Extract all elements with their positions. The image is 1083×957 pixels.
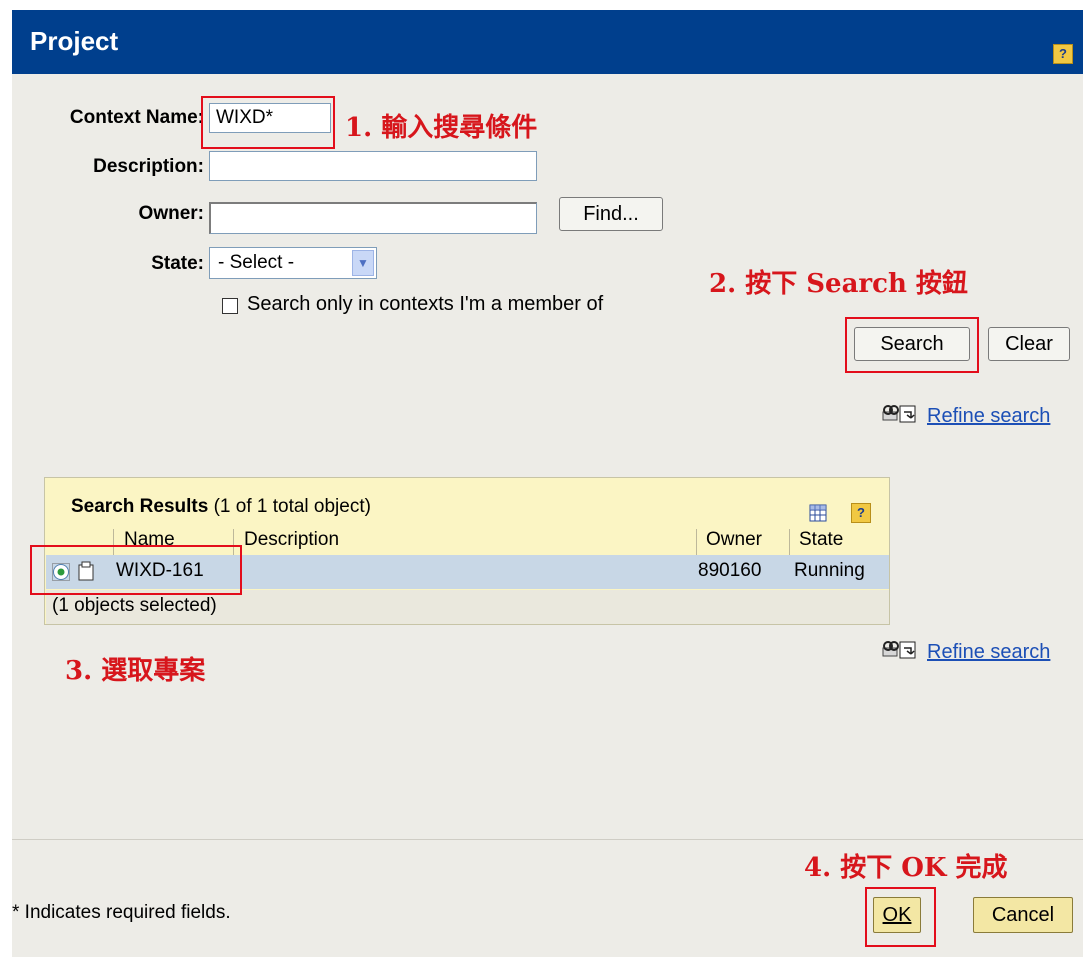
refine-search-link-bottom[interactable]: Refine search	[927, 641, 1050, 664]
refine-search-icon	[882, 641, 916, 659]
chevron-down-icon[interactable]: ▼	[352, 250, 374, 276]
selected-count: (1 objects selected)	[52, 595, 217, 616]
annotation-step4: 4. 按下 OK 完成	[804, 853, 1008, 883]
search-results-count: (1 of 1 total object)	[213, 496, 371, 517]
state-select[interactable]: - Select - ▼	[209, 247, 377, 279]
state-label: State:	[151, 253, 204, 274]
highlight-result-row	[30, 545, 242, 595]
owner-label: Owner:	[138, 203, 204, 224]
column-header-state[interactable]: State	[799, 529, 843, 555]
highlight-search-button	[845, 317, 979, 373]
owner-input[interactable]	[209, 202, 537, 234]
required-note: * Indicates required fields.	[12, 902, 231, 923]
refine-search-link[interactable]: Refine search	[927, 405, 1050, 428]
find-button[interactable]: Find...	[559, 197, 663, 231]
column-header-description[interactable]: Description	[244, 529, 339, 555]
col-divider	[789, 529, 790, 555]
footer-divider	[12, 839, 1083, 840]
col-divider	[696, 529, 697, 555]
clear-button[interactable]: Clear	[988, 327, 1070, 361]
context-name-label: Context Name:	[69, 107, 204, 128]
project-dialog: Project ? Context Name: WIXD* Descriptio…	[12, 10, 1083, 957]
search-results-title: Search Results	[71, 496, 209, 517]
annotation-step1: 1. 輸入搜尋條件	[345, 113, 538, 143]
annotation-step2: 2. 按下 Search 按鈕	[709, 269, 968, 299]
highlight-context-name	[201, 96, 335, 149]
state-select-value: - Select -	[218, 252, 295, 273]
table-layout-icon[interactable]	[809, 504, 827, 522]
result-state: Running	[794, 560, 865, 581]
member-only-label: Search only in contexts I'm a member of	[247, 293, 604, 315]
page-title: Project	[30, 26, 119, 56]
results-help-icon[interactable]: ?	[851, 503, 871, 523]
refine-search-icon	[882, 405, 916, 423]
result-owner: 890160	[698, 560, 762, 581]
help-icon[interactable]: ?	[1053, 44, 1073, 64]
description-input[interactable]	[209, 151, 537, 181]
member-only-checkbox[interactable]	[222, 298, 238, 314]
highlight-ok-button	[865, 887, 936, 947]
cancel-button[interactable]: Cancel	[973, 897, 1073, 933]
column-header-owner[interactable]: Owner	[706, 529, 762, 555]
description-label: Description:	[93, 156, 204, 177]
title-bar: Project ?	[12, 10, 1083, 74]
search-results-heading: Search Results (1 of 1 total object)	[71, 496, 371, 518]
annotation-step3: 3. 選取專案	[65, 656, 206, 686]
